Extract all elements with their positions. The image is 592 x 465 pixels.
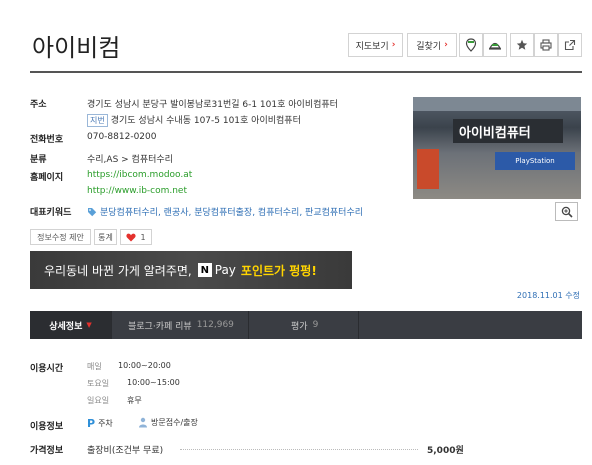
aerial-view-button[interactable] bbox=[483, 33, 507, 57]
zoom-photo-button[interactable] bbox=[555, 202, 578, 221]
route-button[interactable]: 길찾기 › bbox=[407, 33, 457, 57]
tab-detail-info[interactable]: 상세정보 ▼ bbox=[30, 311, 112, 339]
route-label: 길찾기 bbox=[416, 41, 442, 52]
category-label: 분류 bbox=[30, 155, 47, 165]
detail-tab-bar: 상세정보 ▼ 블로그·카페 리뷰 112,969 평가 9 bbox=[30, 311, 582, 339]
photo-sign: 아이비컴퓨터 bbox=[453, 119, 563, 143]
category-value: 수리,AS > 컴퓨터수리 bbox=[87, 155, 173, 165]
keywords-value[interactable]: 분당컴퓨터수리, 랜공사, 분당컴퓨터출장, 컴퓨터수리, 판교컴퓨터수리 bbox=[100, 205, 363, 218]
page-title: 아이비컴 bbox=[32, 34, 121, 62]
hours-day-2: 토요일 bbox=[87, 379, 110, 388]
parking-item: P 주차 bbox=[87, 417, 113, 430]
npay-logo: N Pay bbox=[197, 263, 236, 277]
stats-button[interactable]: 통계 bbox=[94, 229, 117, 245]
chevron-right-icon: › bbox=[391, 40, 396, 50]
npay-promo-banner[interactable]: 우리동네 바뀐 가게 알려주면, N Pay 포인트가 펑펑! bbox=[30, 251, 352, 289]
banner-text: 우리동네 바뀐 가게 알려주면, bbox=[44, 263, 192, 278]
phone-label: 전화번호 bbox=[30, 135, 64, 145]
heart-icon bbox=[126, 233, 137, 241]
services-label: 이용정보 bbox=[30, 422, 64, 432]
hours-time-1: 10:00~20:00 bbox=[118, 361, 171, 370]
keywords-row: 분당컴퓨터수리, 랜공사, 분당컴퓨터출장, 컴퓨터수리, 판교컴퓨터수리 bbox=[87, 205, 363, 218]
location-pin-icon bbox=[465, 38, 477, 52]
street-view-button[interactable] bbox=[459, 33, 483, 57]
star-icon bbox=[516, 39, 528, 50]
parking-icon: P bbox=[87, 417, 96, 430]
dome-icon bbox=[488, 42, 502, 50]
magnifier-plus-icon bbox=[561, 206, 573, 218]
triangle-down-icon: ▼ bbox=[86, 321, 92, 329]
homepage-link-modoo[interactable]: https://ibcom.modoo.at bbox=[87, 170, 192, 180]
price-item: 출장비(조건부 무료) bbox=[87, 446, 164, 456]
tab-blog-reviews[interactable]: 블로그·카페 리뷰 112,969 bbox=[112, 311, 249, 339]
hours-time-2: 10:00~15:00 bbox=[127, 378, 180, 387]
save-star-button[interactable] bbox=[510, 33, 534, 57]
address-road-value: 경기도 성남시 분당구 발이봉남로31번길 6-1 101호 아이비컴퓨터 bbox=[87, 100, 338, 110]
tab-blog-label: 블로그·카페 리뷰 bbox=[128, 321, 192, 332]
title-divider bbox=[30, 71, 582, 73]
hours-time-3: 휴무 bbox=[127, 396, 142, 405]
chevron-right-icon: › bbox=[444, 40, 448, 50]
banner-highlight: 포인트가 펑펑! bbox=[240, 263, 317, 278]
tab-detail-label: 상세정보 bbox=[49, 321, 83, 332]
map-view-button[interactable]: 지도보기 › bbox=[348, 33, 403, 57]
visit-item: 방문접수/출장 bbox=[138, 417, 198, 428]
address-jibun-row: 지번 경기도 성남시 수내동 107-5 101호 아이비컴퓨터 bbox=[87, 113, 301, 127]
jibun-tag: 지번 bbox=[87, 114, 108, 127]
print-button[interactable] bbox=[534, 33, 558, 57]
photo-side-panel bbox=[417, 149, 439, 189]
tab-ratings-count: 9 bbox=[312, 320, 319, 330]
homepage-link-ibcom[interactable]: http://www.ib-com.net bbox=[87, 186, 187, 196]
address-label: 주소 bbox=[30, 100, 47, 110]
share-button[interactable] bbox=[558, 33, 582, 57]
address-jibun-value: 경기도 성남시 수내동 107-5 101호 아이비컴퓨터 bbox=[110, 116, 301, 126]
tab-blog-count: 112,969 bbox=[196, 320, 234, 330]
price-label: 가격정보 bbox=[30, 446, 64, 456]
like-count: 1 bbox=[140, 232, 146, 242]
tag-icon bbox=[88, 207, 97, 216]
tab-ratings[interactable]: 평가 9 bbox=[249, 311, 359, 339]
hours-day-1: 매일 bbox=[87, 362, 102, 371]
place-photo[interactable]: 아이비컴퓨터 PlayStation bbox=[413, 97, 581, 199]
keywords-label: 대표키워드 bbox=[30, 208, 72, 218]
homepage-label: 홈페이지 bbox=[30, 173, 64, 183]
person-icon bbox=[139, 417, 147, 428]
like-button[interactable]: 1 bbox=[120, 229, 152, 245]
map-view-label: 지도보기 bbox=[355, 41, 389, 52]
photo-awning bbox=[413, 97, 581, 111]
last-updated: 2018.11.01 수정 bbox=[516, 291, 580, 300]
visit-label: 방문접수/출장 bbox=[151, 418, 198, 427]
hours-day-3: 일요일 bbox=[87, 396, 110, 405]
share-icon bbox=[564, 39, 576, 51]
print-icon bbox=[540, 39, 552, 51]
hours-label: 이용시간 bbox=[30, 364, 64, 374]
price-dotted-leader bbox=[180, 449, 418, 450]
npay-n-mark: N bbox=[197, 263, 212, 277]
parking-label: 주차 bbox=[98, 419, 113, 428]
npay-label: Pay bbox=[214, 263, 236, 277]
tab-ratings-label: 평가 bbox=[291, 321, 308, 332]
phone-value[interactable]: 070-8812-0200 bbox=[87, 132, 156, 142]
photo-sign-secondary: PlayStation bbox=[495, 152, 575, 170]
price-value: 5,000원 bbox=[427, 446, 464, 456]
suggest-edit-button[interactable]: 정보수정 제안 bbox=[30, 229, 91, 245]
